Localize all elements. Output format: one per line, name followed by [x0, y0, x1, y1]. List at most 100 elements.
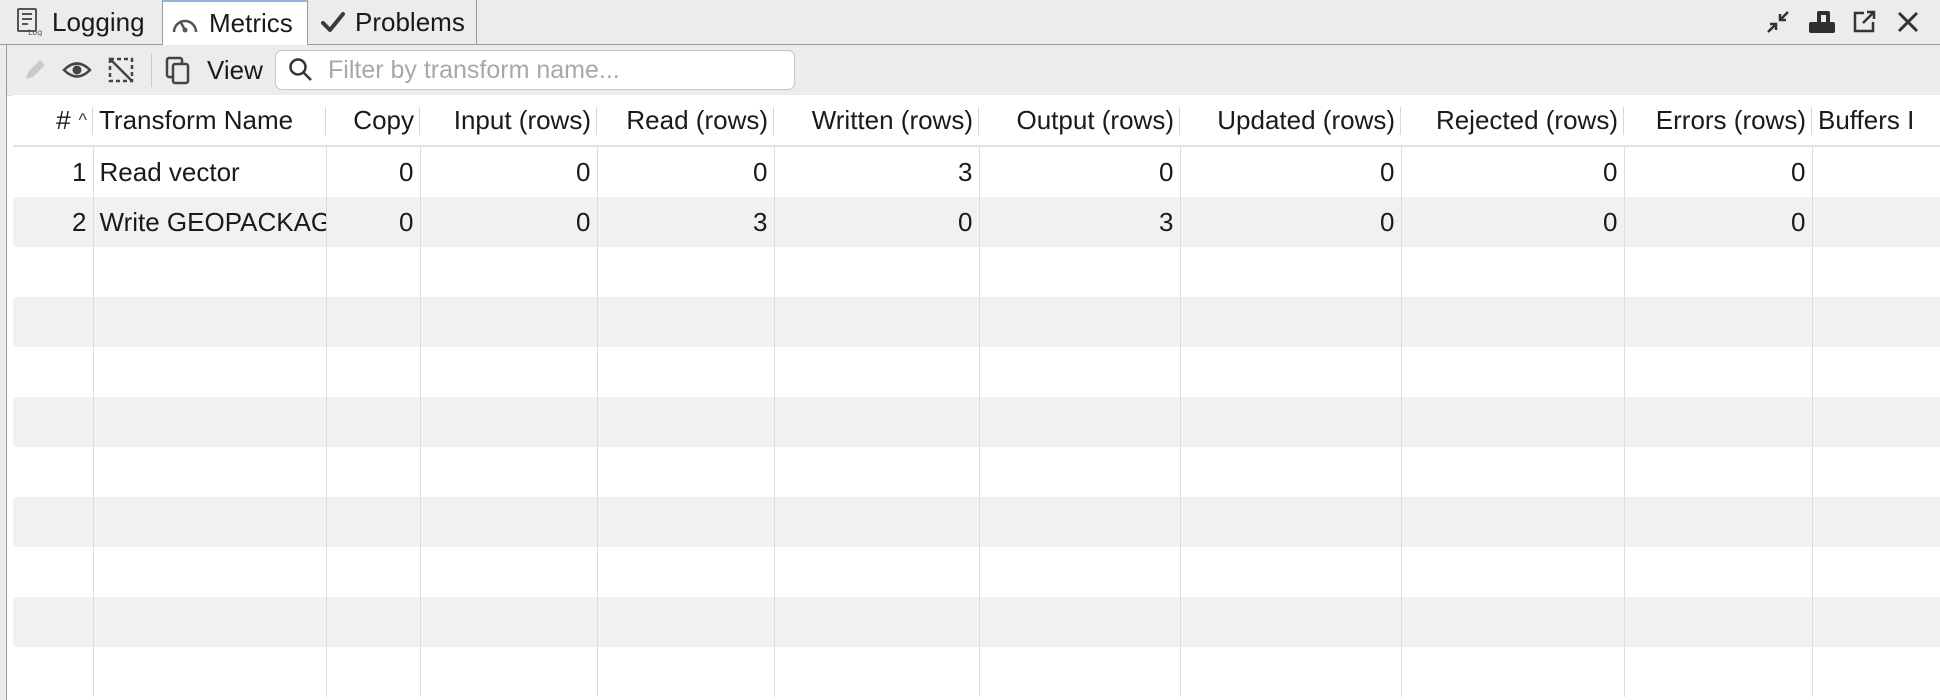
column-header-label: Rejected (rows): [1435, 104, 1618, 135]
metrics-table-container[interactable]: # ^ Transform Name Copy Input (rows) Read (ro…: [13, 95, 1940, 700]
table-cell: [774, 247, 980, 297]
table-row[interactable]: [13, 497, 1940, 547]
sort-ascending-icon[interactable]: ^: [79, 110, 87, 130]
table-cell: [13, 247, 94, 297]
column-header[interactable]: Transform Name: [93, 95, 326, 147]
copy-icon[interactable]: [162, 54, 194, 86]
table-cell: [13, 397, 94, 447]
table-cell: [1401, 547, 1625, 597]
table-cell: [93, 447, 327, 497]
table-cell: [774, 447, 980, 497]
minimize-icon[interactable]: [1762, 6, 1794, 38]
table-cell: [597, 447, 775, 497]
table-cell: [979, 247, 1181, 297]
table-cell: [1624, 397, 1813, 447]
table-row[interactable]: [13, 397, 1940, 447]
metrics-view: Log Logging Metrics Problems View Filter…: [0, 0, 1940, 700]
search-input[interactable]: [326, 54, 770, 86]
column-header-label: Buffers I: [1818, 104, 1915, 135]
table-row[interactable]: 2 Write GEOPACKAG 0 0 3 0 3 0 0 0: [13, 197, 1940, 247]
column-header-label: Written (rows): [811, 104, 973, 135]
column-header-label: Read (rows): [626, 104, 768, 135]
table-cell: [774, 597, 980, 647]
table-row[interactable]: [13, 447, 1940, 497]
table-cell: [326, 547, 421, 597]
table-cell: 0: [1624, 146, 1813, 197]
table-cell: [1180, 247, 1402, 297]
column-header[interactable]: Written (rows): [774, 95, 979, 147]
clear-selection-icon[interactable]: [105, 54, 137, 86]
column-header[interactable]: Rejected (rows): [1401, 95, 1624, 147]
table-cell: [1401, 397, 1625, 447]
tab-bar: Log Logging Metrics Problems: [0, 0, 1940, 45]
table-cell: [420, 497, 598, 547]
table-cell: [13, 297, 94, 347]
table-cell: [597, 647, 775, 697]
table-cell: [1180, 347, 1402, 397]
table-cell: [979, 297, 1181, 347]
table-cell: 0: [597, 146, 775, 197]
column-header[interactable]: Updated (rows): [1180, 95, 1401, 147]
tab-label: Logging: [52, 6, 145, 37]
table-cell: [1401, 447, 1625, 497]
table-cell: 0: [1180, 197, 1402, 247]
table-cell: [93, 347, 327, 397]
table-cell: [326, 247, 421, 297]
table-row[interactable]: 1 Read vector 0 0 0 3 0 0 0 0: [13, 146, 1940, 197]
open-external-icon[interactable]: [1848, 6, 1880, 38]
table-row[interactable]: [13, 647, 1940, 697]
table-row[interactable]: [13, 597, 1940, 647]
table-body: 1 Read vector 0 0 0 3 0 0 0 0 2 Write GEOPACKAG 0 0 3 0…: [13, 146, 1940, 697]
column-header[interactable]: Read (rows): [597, 95, 774, 147]
tab-metrics[interactable]: Metrics: [162, 0, 308, 45]
table-row[interactable]: [13, 347, 1940, 397]
search-box[interactable]: [275, 50, 795, 90]
table-cell: [1812, 197, 1940, 247]
table-cell: 0: [1401, 146, 1625, 197]
table-row[interactable]: [13, 247, 1940, 297]
table-cell: [420, 547, 598, 597]
table-cell: [1812, 647, 1940, 697]
table-cell: [326, 297, 421, 347]
table-cell: 0: [774, 197, 980, 247]
table-row[interactable]: [13, 297, 1940, 347]
tab-problems[interactable]: Problems: [309, 0, 477, 44]
column-header[interactable]: Errors (rows): [1624, 95, 1812, 147]
column-header[interactable]: Input (rows): [420, 95, 597, 147]
table-cell: [13, 547, 94, 597]
logging-icon: Log: [16, 8, 42, 36]
table-cell: [774, 647, 980, 697]
table-cell: [1624, 647, 1813, 697]
table-cell: [597, 497, 775, 547]
eye-icon[interactable]: [61, 54, 93, 86]
table-cell: [93, 247, 327, 297]
table-cell: [1401, 647, 1625, 697]
edit-icon[interactable]: [19, 54, 51, 86]
metrics-table: # ^ Transform Name Copy Input (rows) Read (ro…: [13, 95, 1940, 697]
table-cell: [1180, 447, 1402, 497]
metrics-panel: View #^Transform NameCo: [6, 45, 1940, 700]
toolbar: View: [7, 45, 1940, 96]
table-cell: [326, 597, 421, 647]
table-cell: [420, 597, 598, 647]
column-header[interactable]: # ^: [13, 95, 93, 147]
view-button[interactable]: View: [207, 55, 263, 86]
tab-logging[interactable]: Log Logging: [0, 0, 162, 44]
column-header[interactable]: Output (rows): [979, 95, 1180, 147]
checkmark-icon: [321, 11, 345, 33]
column-header-label: Input (rows): [453, 104, 591, 135]
column-header[interactable]: Copy: [326, 95, 420, 147]
table-cell: [1812, 347, 1940, 397]
table-cell: 3: [979, 197, 1181, 247]
table-row[interactable]: [13, 547, 1940, 597]
table-cell: [1624, 547, 1813, 597]
search-icon: [288, 57, 314, 83]
column-header[interactable]: Buffers I: [1812, 95, 1940, 147]
table-cell: [597, 347, 775, 397]
table-cell: [93, 547, 327, 597]
maximize-icon[interactable]: [1806, 6, 1838, 38]
close-icon[interactable]: [1892, 6, 1924, 38]
table-cell: [93, 647, 327, 697]
table-cell: Write GEOPACKAG: [93, 197, 327, 247]
table-cell: [1624, 597, 1813, 647]
